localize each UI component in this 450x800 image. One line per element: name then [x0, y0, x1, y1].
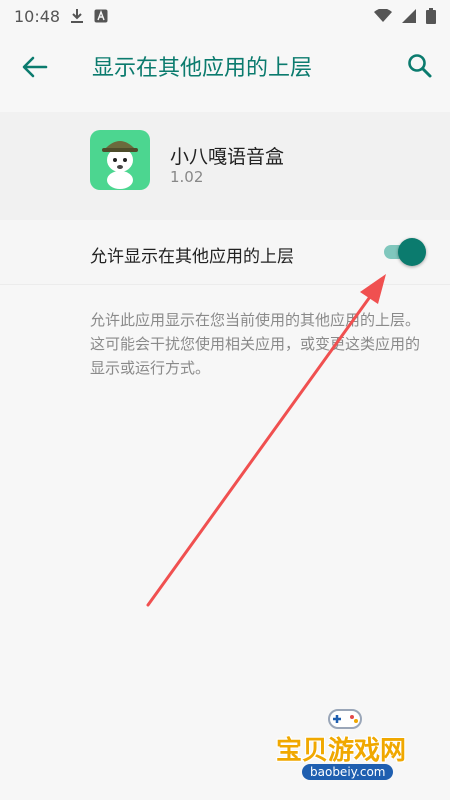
status-right: [374, 8, 436, 24]
watermark-text: 宝贝游戏网: [276, 736, 407, 766]
watermark-url: baobeiy.com: [302, 764, 394, 780]
permission-description: 允许此应用显示在您当前使用的其他应用的上层。这可能会干扰您使用相关应用，或变更这…: [90, 311, 421, 377]
download-icon: [70, 8, 84, 24]
status-left: 10:48: [14, 7, 108, 26]
status-time: 10:48: [14, 6, 61, 26]
arrow-left-icon: [22, 56, 48, 78]
search-button[interactable]: [404, 50, 436, 82]
permission-row[interactable]: 允许显示在其他应用的上层: [0, 220, 450, 285]
permission-label: 允许显示在其他应用的上层: [90, 247, 294, 267]
toggle-thumb: [398, 238, 426, 266]
app-icon: [90, 130, 150, 190]
search-icon: [408, 54, 432, 78]
gamepad-icon: [328, 709, 362, 729]
a-notification-icon: [94, 9, 108, 23]
back-button[interactable]: [20, 52, 50, 82]
watermark: 宝贝游戏网 baobeiy.com: [270, 700, 420, 790]
app-header: 小八嘎语音盒 1.02: [0, 112, 450, 220]
page-title: 显示在其他应用的上层: [92, 56, 313, 81]
wifi-icon: [374, 9, 392, 23]
status-bar: 10:48: [0, 0, 450, 32]
signal-icon: [402, 9, 416, 23]
app-version: 1.02: [170, 168, 204, 186]
battery-icon: [426, 8, 436, 24]
app-bar: 显示在其他应用的上层: [0, 32, 450, 100]
app-name: 小八嘎语音盒: [170, 146, 285, 168]
overlay-permission-toggle[interactable]: [380, 238, 426, 266]
